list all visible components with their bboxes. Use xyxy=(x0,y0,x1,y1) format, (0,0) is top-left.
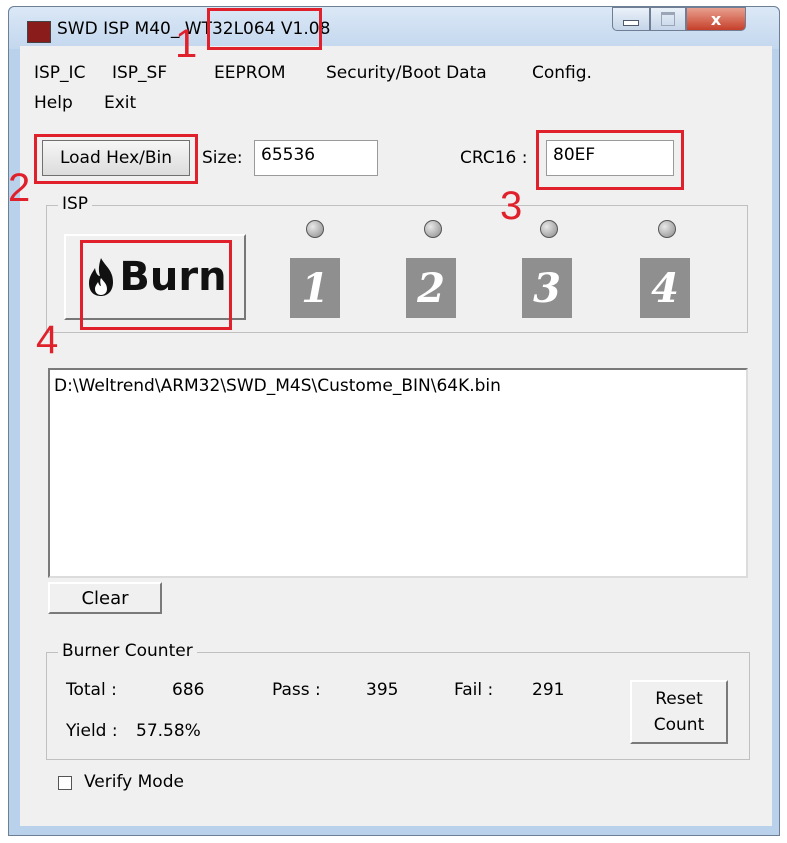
pass-label: Pass : xyxy=(272,680,321,700)
maximize-button[interactable] xyxy=(650,7,686,31)
close-icon: x xyxy=(710,9,722,29)
annotation-marker-3: 3 xyxy=(500,184,523,228)
window-controls: x xyxy=(612,7,746,33)
station-3-indicator: 3 xyxy=(522,258,572,318)
station-1-indicator: 1 xyxy=(290,258,340,318)
annotation-marker-1: 1 xyxy=(175,22,198,66)
clear-button[interactable]: Clear xyxy=(48,582,162,614)
log-line: D:\Weltrend\ARM32\SWD_M4S\Custome_BIN\64… xyxy=(54,376,501,396)
yield-value: 57.58% xyxy=(136,721,201,741)
crc16-label: CRC16 : xyxy=(460,148,528,168)
isp-group-title: ISP xyxy=(58,194,93,214)
size-label: Size: xyxy=(202,148,243,168)
size-field: 65536 xyxy=(254,140,378,176)
menu-security-boot-data[interactable]: Security/Boot Data xyxy=(326,60,487,86)
station-4-indicator: 4 xyxy=(640,258,690,318)
annotation-marker-4: 4 xyxy=(36,318,59,362)
reset-count-button[interactable]: Reset Count xyxy=(630,680,728,744)
station-1-led xyxy=(306,220,324,238)
burner-counter-title: Burner Counter xyxy=(58,641,197,661)
app-icon xyxy=(27,21,51,43)
log-output[interactable]: D:\Weltrend\ARM32\SWD_M4S\Custome_BIN\64… xyxy=(48,368,748,578)
maximize-icon xyxy=(661,12,675,26)
annotation-marker-2: 2 xyxy=(8,166,31,210)
total-value: 686 xyxy=(172,680,205,700)
menu-config[interactable]: Config. xyxy=(532,60,592,86)
station-3-led xyxy=(540,220,558,238)
yield-label: Yield : xyxy=(66,721,118,741)
reset-count-line-1: Reset xyxy=(655,689,703,709)
station-2-indicator: 2 xyxy=(406,258,456,318)
close-button[interactable]: x xyxy=(686,7,746,31)
fail-value: 291 xyxy=(532,680,565,700)
menu-exit[interactable]: Exit xyxy=(104,90,136,116)
menu-help[interactable]: Help xyxy=(34,90,73,116)
menu-isp-ic[interactable]: ISP_IC xyxy=(34,60,85,86)
minimize-button[interactable] xyxy=(612,7,650,31)
fail-label: Fail : xyxy=(454,680,494,700)
reset-count-line-2: Count xyxy=(653,715,705,735)
verify-mode-label[interactable]: Verify Mode xyxy=(84,772,184,792)
highlight-load-button xyxy=(34,134,198,184)
station-2-led xyxy=(424,220,442,238)
menu-isp-sf[interactable]: ISP_SF xyxy=(112,60,167,86)
station-4-led xyxy=(658,220,676,238)
pass-value: 395 xyxy=(366,680,399,700)
menu-eeprom[interactable]: EEPROM xyxy=(214,60,286,86)
highlight-crc16 xyxy=(536,130,684,190)
highlight-chip-model xyxy=(207,8,322,50)
highlight-burn-button xyxy=(80,240,232,330)
clear-label: Clear xyxy=(81,587,129,609)
verify-mode-checkbox[interactable] xyxy=(58,776,72,790)
total-label: Total : xyxy=(66,680,117,700)
minimize-icon xyxy=(623,20,639,26)
title-bar[interactable]: SWD ISP M40_ WT32L064 V1.08 x xyxy=(9,7,779,49)
